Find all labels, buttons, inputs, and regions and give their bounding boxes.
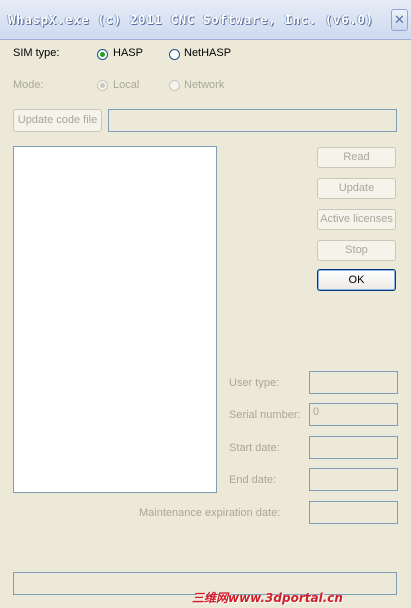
end-date-label: End date: [229, 474, 277, 486]
ok-button[interactable]: OK [317, 269, 396, 291]
user-type-label: User type: [229, 377, 280, 389]
update-button[interactable]: Update [317, 178, 396, 199]
watermark-text: 三维网www.3dportal.cn [192, 591, 343, 605]
start-date-label: Start date: [229, 442, 280, 454]
stop-button-label: Stop [345, 244, 368, 256]
update-button-label: Update [338, 182, 375, 194]
license-listbox[interactable] [13, 146, 217, 493]
stop-button[interactable]: Stop [317, 240, 396, 261]
read-button[interactable]: Read [317, 147, 396, 168]
update-code-file-label: Update code file [17, 114, 98, 126]
title-bar[interactable]: WhaspX.exe (c) 2011 CNC Software, Inc. (… [0, 0, 411, 40]
mode-label: Mode: [13, 79, 44, 91]
end-date-field[interactable] [309, 468, 398, 491]
radio-local[interactable] [97, 80, 108, 91]
radio-network[interactable] [169, 80, 180, 91]
user-type-field[interactable] [309, 371, 398, 394]
code-file-path-field[interactable] [108, 109, 397, 132]
close-button[interactable]: ✕ [391, 9, 408, 31]
serial-number-label: Serial number: [229, 409, 301, 421]
update-code-file-button[interactable]: Update code file [13, 109, 102, 132]
radio-network-label[interactable]: Network [184, 79, 224, 91]
radio-nethasp[interactable] [169, 49, 180, 60]
serial-number-field[interactable]: 0 [309, 403, 398, 426]
radio-nethasp-label[interactable]: NetHASP [184, 47, 231, 59]
maintenance-expiration-field[interactable] [309, 501, 398, 524]
start-date-field[interactable] [309, 436, 398, 459]
maintenance-expiration-label: Maintenance expiration date: [139, 507, 281, 519]
ok-button-label: OK [348, 274, 365, 286]
active-licenses-button[interactable]: Active licenses [317, 209, 396, 230]
radio-local-label[interactable]: Local [113, 79, 139, 91]
window-title: WhaspX.exe (c) 2011 CNC Software, Inc. (… [8, 12, 374, 27]
active-licenses-button-label: Active licenses [320, 213, 393, 225]
radio-hasp[interactable] [97, 49, 108, 60]
radio-hasp-label[interactable]: HASP [113, 47, 143, 59]
sim-type-label: SIM type: [13, 47, 60, 59]
close-icon: ✕ [394, 12, 405, 27]
read-button-label: Read [343, 151, 370, 163]
